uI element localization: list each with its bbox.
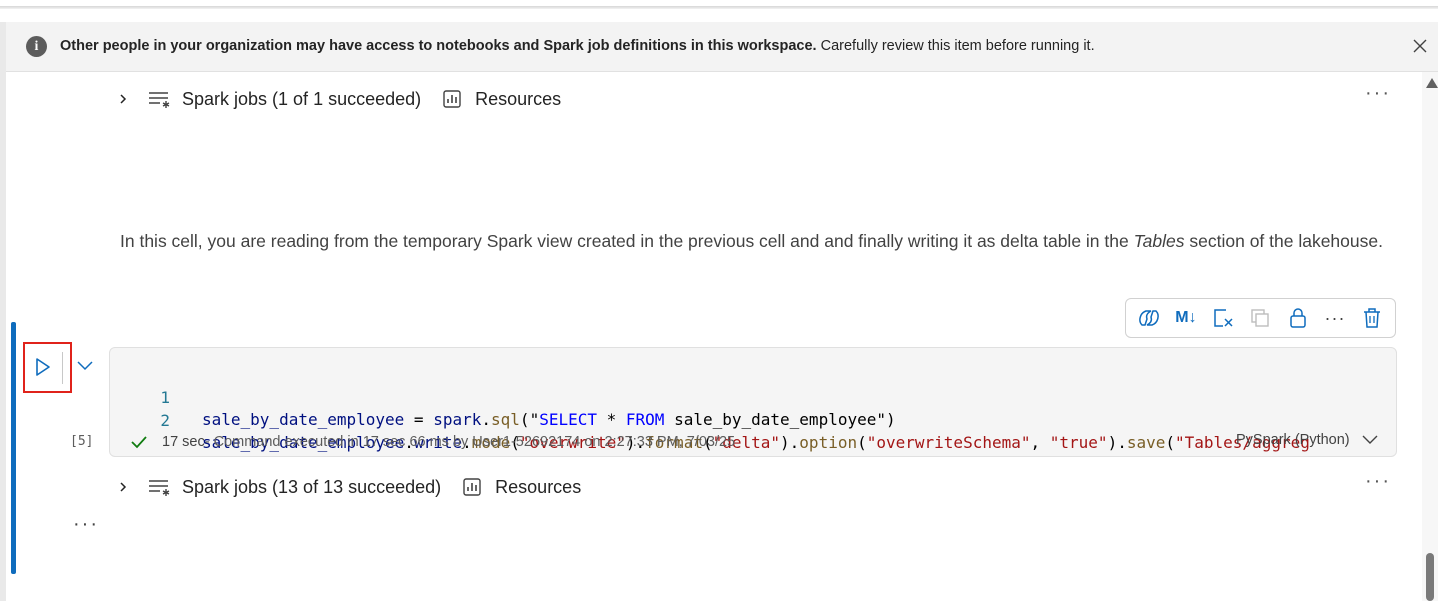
spark-jobs-label[interactable]: Spark jobs (1 of 1 succeeded) <box>182 89 421 110</box>
chevron-right-icon[interactable] <box>118 94 128 104</box>
previous-jobs-more-icon[interactable]: ··· <box>1365 82 1391 105</box>
markdown-toggle-icon[interactable]: M↓ <box>1173 305 1199 331</box>
check-icon <box>131 436 147 449</box>
markdown-text-after: section of the lakehouse. <box>1184 231 1383 251</box>
cell-more-icon[interactable]: ··· <box>73 513 99 536</box>
line-number: 1 <box>160 388 170 407</box>
code-text: sale_by_date_employee = spark.sql("SELEC… <box>202 410 896 429</box>
run-cell-button[interactable] <box>32 356 52 378</box>
clear-output-icon[interactable] <box>1210 305 1236 331</box>
toolbar-more-label: ··· <box>1324 307 1346 328</box>
spark-jobs-list-icon <box>149 92 170 108</box>
spark-jobs-label[interactable]: Spark jobs (13 of 13 succeeded) <box>182 477 441 498</box>
close-icon[interactable] <box>1408 34 1432 58</box>
cell-toolbar: M↓ ··· <box>1125 298 1396 338</box>
banner-message: Other people in your organization may ha… <box>60 38 1095 54</box>
top-divider <box>0 6 1438 9</box>
output-spark-jobs-row: Spark jobs (13 of 13 succeeded) Resource… <box>118 474 581 500</box>
left-edge <box>0 22 6 601</box>
line-number: 2 <box>160 411 170 430</box>
info-banner: i Other people in your organization may … <box>6 22 1438 72</box>
scrollbar-thumb[interactable] <box>1426 553 1434 601</box>
spark-jobs-list-icon <box>149 480 170 496</box>
markdown-text-before: In this cell, you are reading from the t… <box>120 231 1134 251</box>
code-editor[interactable]: 1 sale_by_date_employee = spark.sql("SEL… <box>109 347 1397 457</box>
resources-label[interactable]: Resources <box>495 477 581 498</box>
language-selector[interactable]: PySpark (Python) <box>1236 432 1378 448</box>
markdown-cell-text: In this cell, you are reading from the t… <box>120 228 1400 255</box>
chevron-down-icon <box>77 361 93 371</box>
top-area <box>0 0 1438 22</box>
vertical-scrollbar[interactable] <box>1422 72 1438 601</box>
copilot-icon[interactable] <box>1136 305 1162 331</box>
resources-icon <box>443 90 461 108</box>
chevron-down-icon <box>1362 435 1378 444</box>
collapse-cell-button[interactable] <box>76 358 94 372</box>
copy-icon[interactable] <box>1247 305 1273 331</box>
scroll-up-arrow-icon[interactable] <box>1426 78 1438 88</box>
lock-icon[interactable] <box>1285 305 1311 331</box>
status-text: - Command executed in 17 sec 66 ms by Us… <box>204 434 736 450</box>
info-icon: i <box>26 36 47 57</box>
banner-text: Carefully review this item before runnin… <box>816 38 1095 54</box>
execution-count: [5] <box>70 434 94 449</box>
markdown-toggle-label: M↓ <box>1175 309 1197 326</box>
more-icon[interactable]: ··· <box>1322 305 1348 331</box>
code-line: 2 sale_by_date_employee.write.mode("over… <box>110 388 1310 452</box>
markdown-text-italic: Tables <box>1133 231 1185 251</box>
play-icon <box>36 358 50 376</box>
resources-label[interactable]: Resources <box>475 89 561 110</box>
run-separator <box>62 352 63 384</box>
execution-status: 17 sec - Command executed in 17 sec 66 m… <box>130 432 735 452</box>
language-label: PySpark (Python) <box>1236 432 1350 448</box>
previous-spark-jobs-row: Spark jobs (1 of 1 succeeded) Resources <box>118 86 561 112</box>
banner-bold-text: Other people in your organization may ha… <box>60 38 817 54</box>
output-jobs-more-icon[interactable]: ··· <box>1365 470 1391 493</box>
status-duration: 17 sec <box>162 434 205 450</box>
delete-icon[interactable] <box>1359 305 1385 331</box>
code-line: 1 sale_by_date_employee = spark.sql("SEL… <box>110 365 895 429</box>
resources-icon <box>463 478 481 496</box>
active-cell-indicator <box>11 322 16 574</box>
chevron-right-icon[interactable] <box>118 482 128 492</box>
